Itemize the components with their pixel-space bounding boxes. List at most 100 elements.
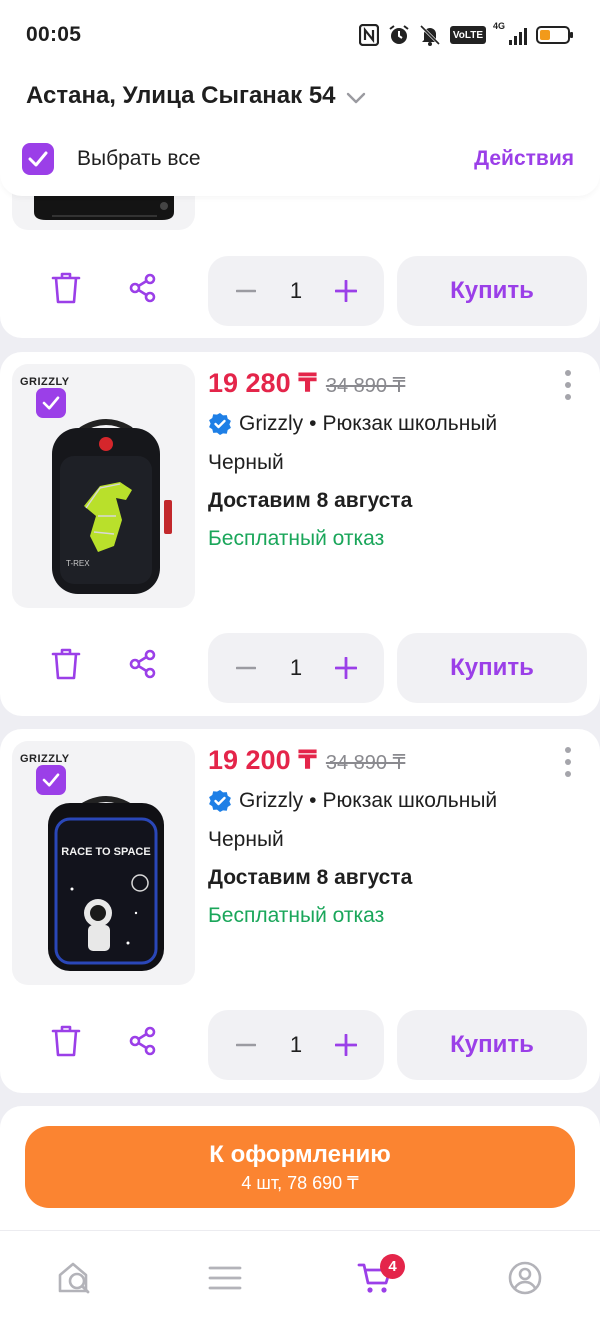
item-checkbox[interactable]: [36, 765, 66, 795]
current-price: 19 200 ₸: [208, 745, 317, 775]
delete-button[interactable]: [44, 1019, 88, 1063]
increase-quantity-button[interactable]: [332, 1031, 360, 1059]
home-search-icon: [58, 1262, 90, 1293]
tab-cart[interactable]: [300, 1231, 450, 1323]
price-row: 19 200 ₸ 34 890 ₸: [208, 745, 405, 776]
current-price: 19 280 ₸: [208, 368, 317, 398]
checkout-summary: 4 шт, 78 690 ₸: [241, 1172, 359, 1193]
nfc-icon: [358, 24, 379, 46]
checkout-title: К оформлению: [209, 1140, 391, 1168]
delivery-date: Доставим 8 августа: [208, 489, 413, 512]
select-all-label[interactable]: Выбрать все: [77, 147, 201, 171]
location-selector[interactable]: Астана, Улица Сыганак 54: [0, 70, 600, 122]
share-button[interactable]: [121, 642, 165, 686]
more-options-button[interactable]: [564, 370, 572, 400]
quantity-stepper: 1: [208, 256, 384, 326]
product-color: Черный: [208, 451, 284, 474]
status-icons: VoLTE 4G: [358, 21, 574, 46]
free-refund-label: Бесплатный отказ: [208, 904, 385, 927]
trash-icon: [51, 648, 81, 680]
tab-profile[interactable]: [450, 1231, 600, 1323]
quantity-value: 1: [289, 1032, 303, 1057]
product-title[interactable]: Grizzly • Рюкзак школьный: [208, 412, 497, 436]
plus-icon: [335, 1034, 357, 1056]
cart-item-card: GRIZZLY RACE TO SPACE 19 200 ₸ 34 890 ₸ …: [0, 729, 600, 1093]
share-icon: [129, 273, 156, 303]
cart-count-badge: 4: [380, 1254, 405, 1279]
price-row: 19 280 ₸ 34 890 ₸: [208, 368, 405, 399]
trash-icon: [51, 1025, 81, 1057]
minus-icon: [236, 666, 256, 670]
old-price: 34 890 ₸: [325, 375, 406, 397]
minus-icon: [236, 1043, 256, 1047]
decrease-quantity-button[interactable]: [232, 654, 260, 682]
quantity-value: 1: [289, 278, 303, 303]
decrease-quantity-button[interactable]: [232, 1031, 260, 1059]
product-title[interactable]: Grizzly • Рюкзак школьный: [208, 789, 497, 813]
product-image[interactable]: GRIZZLY T-REX: [12, 364, 195, 608]
volte-icon: VoLTE: [449, 26, 486, 44]
alarm-icon: [389, 25, 409, 44]
cart-item-card: GRIZZLY T-REX 19 280 ₸ 34 890 ₸ Grizzly …: [0, 352, 600, 716]
brand-name: Grizzly: [239, 789, 304, 812]
plus-icon: [335, 280, 357, 302]
item-checkbox[interactable]: [36, 388, 66, 418]
verified-badge-icon: [209, 790, 231, 812]
share-button[interactable]: [121, 266, 165, 310]
buy-button[interactable]: Купить: [397, 633, 587, 703]
check-icon: [42, 773, 60, 787]
select-all-bar: Выбрать все Действия: [0, 122, 600, 196]
minus-icon: [236, 289, 256, 293]
buy-button[interactable]: Купить: [397, 256, 587, 326]
share-button[interactable]: [121, 1019, 165, 1063]
delivery-address: Астана, Улица Сыганак 54: [26, 82, 336, 109]
backpack-space-image: RACE TO SPACE: [48, 796, 164, 971]
product-image[interactable]: GRIZZLY RACE TO SPACE: [12, 741, 195, 985]
backpack-motif-text: T-REX: [66, 559, 90, 568]
quantity-value: 1: [289, 655, 303, 680]
bell-muted-icon: [419, 24, 440, 46]
chevron-down-icon: [346, 92, 365, 104]
decrease-quantity-button[interactable]: [232, 277, 260, 305]
tab-home[interactable]: [0, 1231, 150, 1323]
tab-catalog[interactable]: [150, 1231, 300, 1323]
bottom-tab-bar: 4: [0, 1230, 600, 1323]
delete-button[interactable]: [44, 266, 88, 310]
profile-icon: [508, 1261, 542, 1294]
trash-icon: [51, 272, 81, 304]
select-all-checkbox[interactable]: [22, 143, 54, 175]
buy-button[interactable]: Купить: [397, 1010, 587, 1080]
delivery-date: Доставим 8 августа: [208, 866, 413, 889]
title-separator: •: [309, 412, 317, 435]
increase-quantity-button[interactable]: [332, 654, 360, 682]
signal-icon: 4G: [493, 21, 527, 45]
verified-badge-icon: [209, 413, 231, 435]
check-icon: [42, 396, 60, 410]
image-brand-logo: GRIZZLY: [20, 753, 70, 765]
product-name: Рюкзак школьный: [322, 412, 498, 435]
brand-name: Grizzly: [239, 412, 304, 435]
share-icon: [129, 1026, 156, 1056]
catalog-icon: [208, 1266, 242, 1289]
share-icon: [129, 649, 156, 679]
free-refund-label: Бесплатный отказ: [208, 527, 385, 550]
more-options-button[interactable]: [564, 747, 572, 777]
increase-quantity-button[interactable]: [332, 277, 360, 305]
product-name: Рюкзак школьный: [322, 789, 498, 812]
quantity-stepper: 1: [208, 633, 384, 703]
backpack-motif-text: RACE TO SPACE: [61, 846, 150, 858]
checkout-panel: К оформлению 4 шт, 78 690 ₸: [0, 1106, 600, 1230]
image-brand-logo: GRIZZLY: [20, 376, 70, 388]
battery-icon: [536, 26, 573, 44]
quantity-stepper: 1: [208, 1010, 384, 1080]
checkout-button[interactable]: К оформлению 4 шт, 78 690 ₸: [25, 1126, 575, 1208]
title-separator: •: [309, 789, 317, 812]
backpack-trex-image: T-REX: [52, 419, 172, 594]
network-type-label: 4G: [493, 21, 506, 31]
check-icon: [28, 151, 48, 167]
delete-button[interactable]: [44, 642, 88, 686]
status-bar: 00:05 VoLTE 4G: [0, 0, 600, 70]
actions-button[interactable]: Действия: [474, 147, 574, 171]
plus-icon: [335, 657, 357, 679]
old-price: 34 890 ₸: [325, 752, 406, 774]
